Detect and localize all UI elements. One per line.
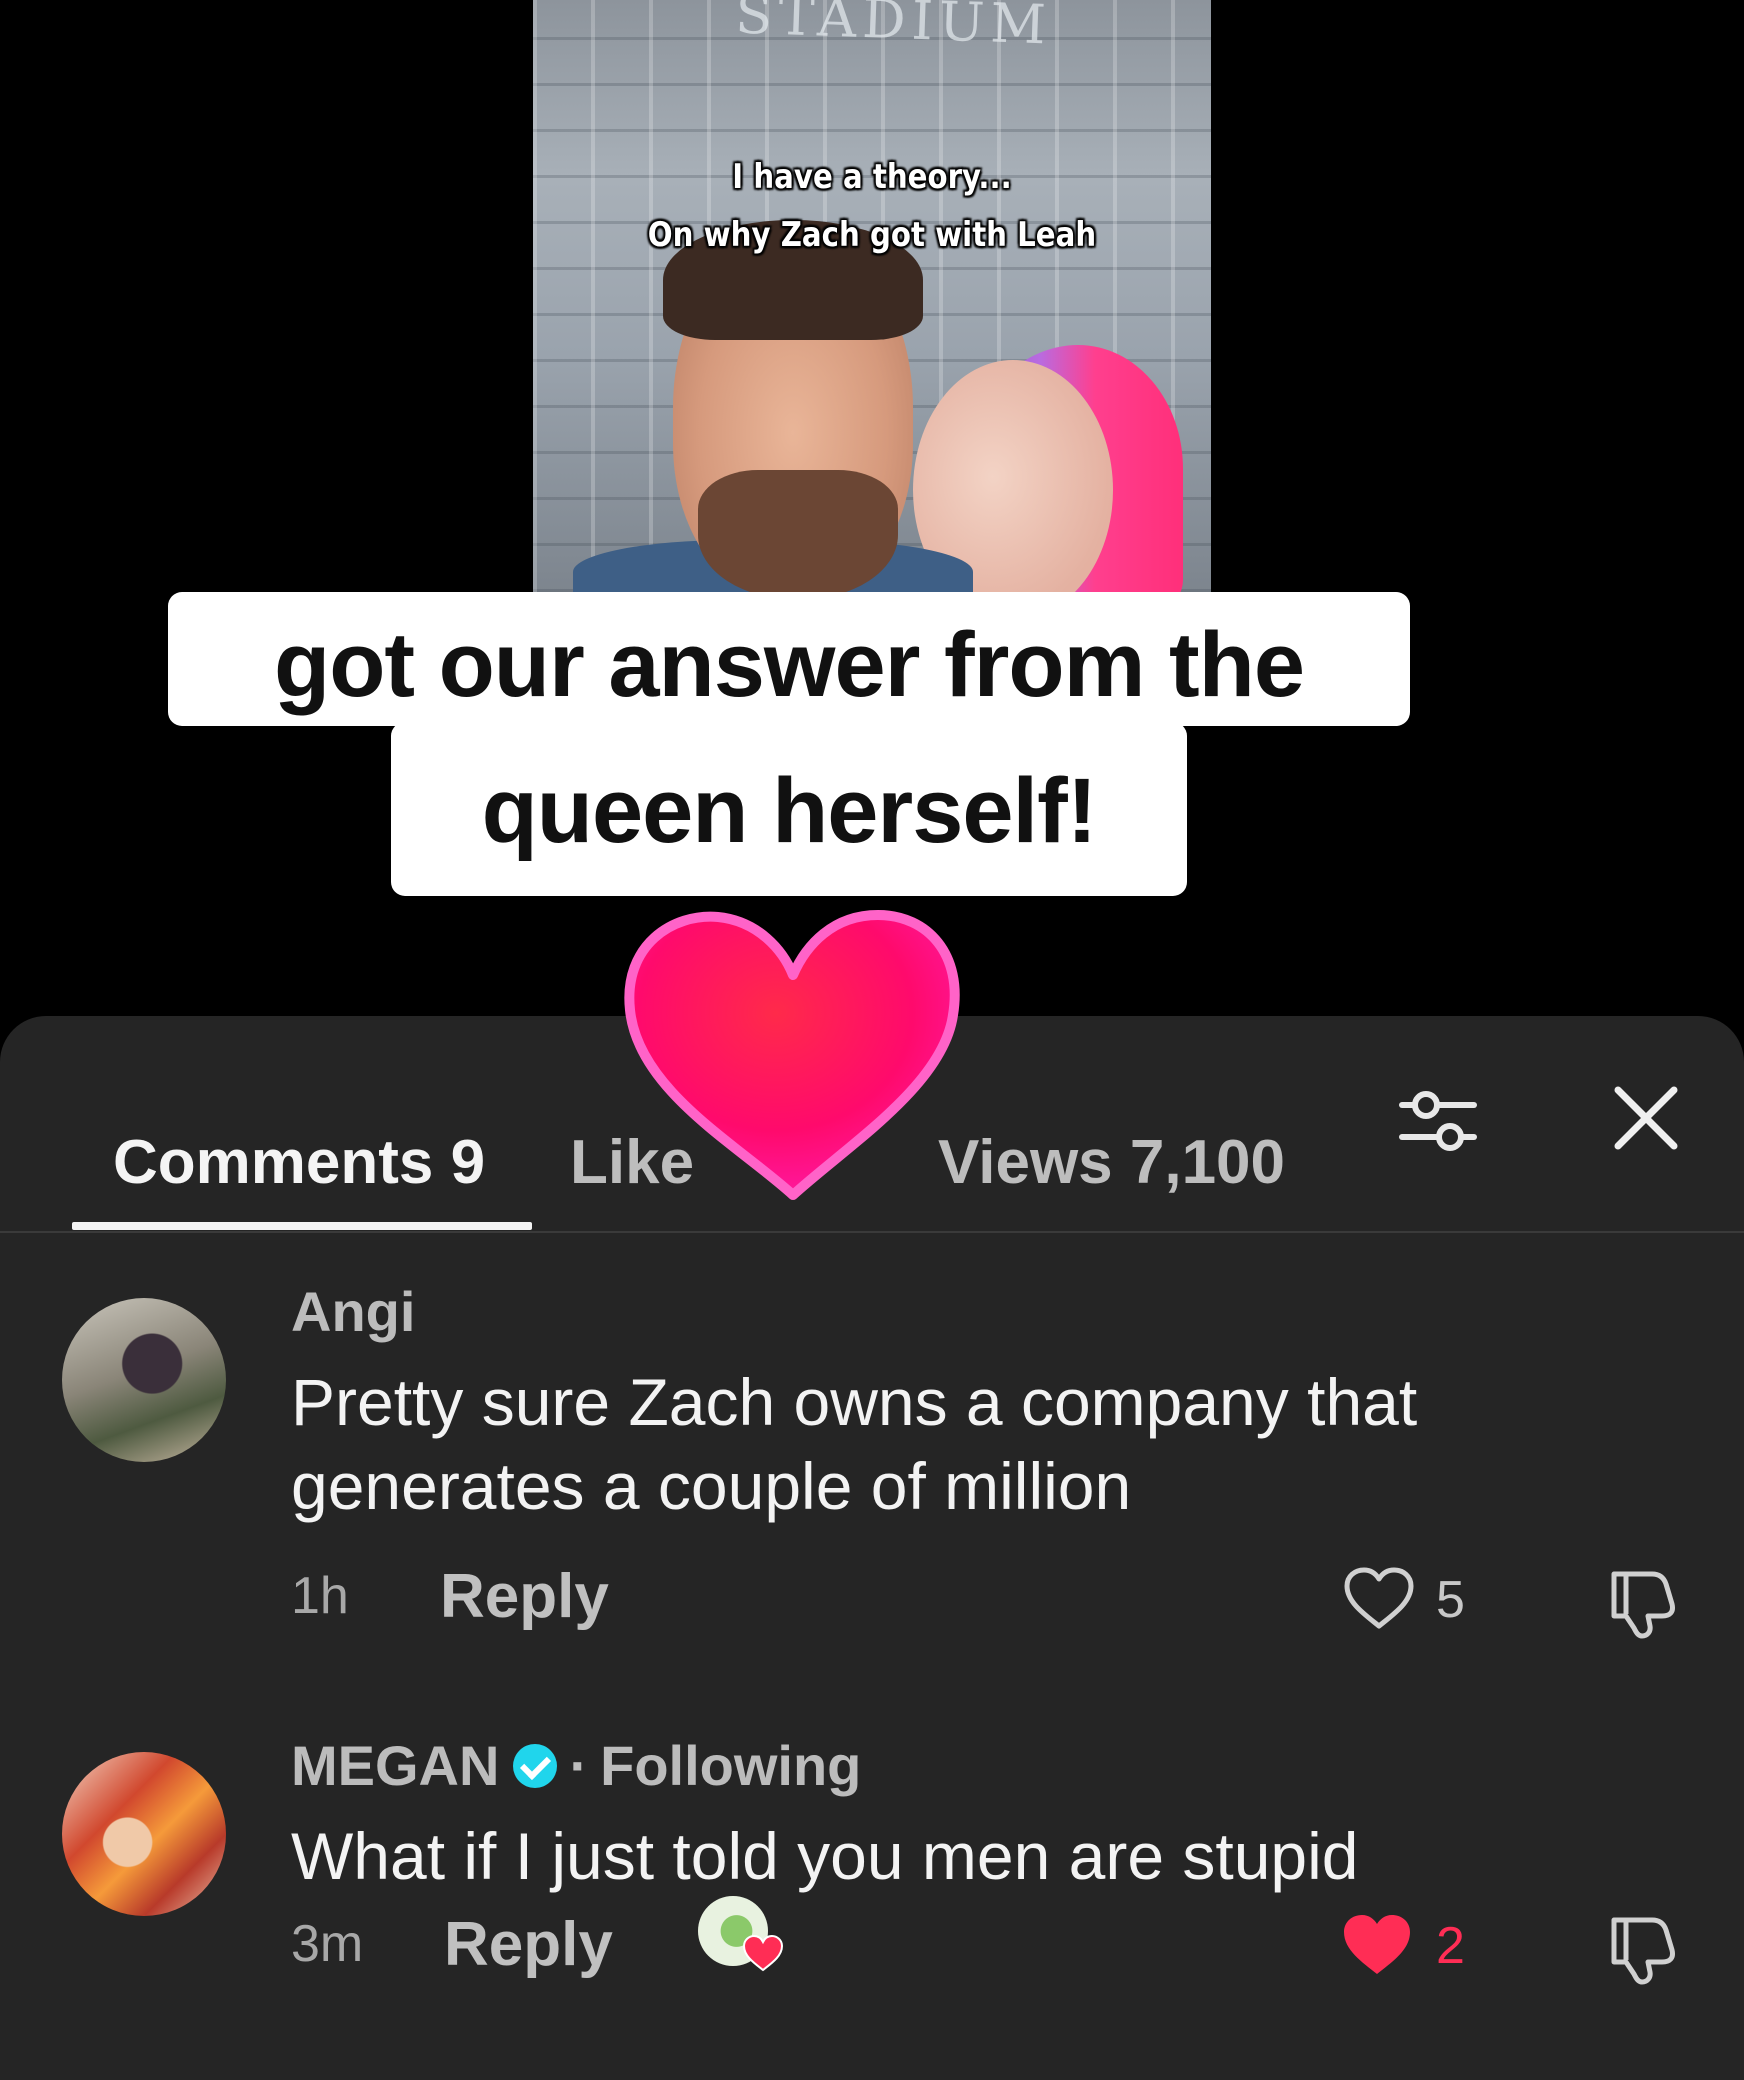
caption-line-1: got our answer from the [274,614,1305,716]
liked-by-creator-badge [698,1896,790,1976]
video-text-line-1: I have a theory... [732,157,1012,197]
tab-comments[interactable]: Comments 9 [113,1128,485,1198]
reply-caption: got our answer from the queen herself! [168,592,1410,884]
caption-line-2: queen herself! [481,760,1098,862]
video-text-line-2: On why Zach got with Leah [647,215,1097,255]
thumbs-down-icon[interactable] [1602,1906,1682,1986]
comment-author[interactable]: MEGAN [291,1734,499,1798]
like-count: 2 [1436,1917,1465,1975]
separator-dot: · [569,1734,589,1797]
video-text-overlay: I have a theory... On why Zach got with … [580,148,1163,264]
filter-sliders-icon[interactable] [1398,1085,1478,1157]
video-thumbnail: STADIUM I have a theory... On why Zach g… [533,0,1211,592]
comment-author[interactable]: Angi [291,1280,415,1344]
verified-check-icon [513,1744,558,1788]
heart-outline-icon[interactable] [1342,1566,1416,1632]
heart-filled-icon [742,1934,784,1972]
active-tab-indicator [72,1222,532,1230]
stadium-sign-text: STADIUM [734,0,1053,57]
avatar[interactable] [62,1752,226,1916]
close-icon[interactable] [1608,1080,1684,1156]
thumbs-down-icon[interactable] [1602,1560,1682,1640]
video-player[interactable]: STADIUM I have a theory... On why Zach g… [0,0,1744,1020]
reply-button[interactable]: Reply [440,1562,609,1632]
tab-views[interactable]: Views 7,100 [938,1128,1285,1198]
comment-text: What if I just told you men are stupid [291,1819,1359,1893]
man-beard [698,470,898,592]
heart-filled-icon[interactable] [1340,1912,1414,1978]
avatar[interactable] [62,1298,226,1462]
following-label: Following [600,1734,862,1797]
comment-timestamp: 1h [291,1567,349,1625]
like-count: 5 [1436,1571,1465,1629]
comment-author-row: MEGAN · Following [291,1734,861,1798]
comment-text: Pretty sure Zach owns a company that gen… [291,1365,1418,1523]
reply-button[interactable]: Reply [444,1910,613,1980]
tab-divider [0,1231,1744,1233]
heart-sticker-icon [624,910,960,1200]
comment-timestamp: 3m [291,1915,364,1973]
